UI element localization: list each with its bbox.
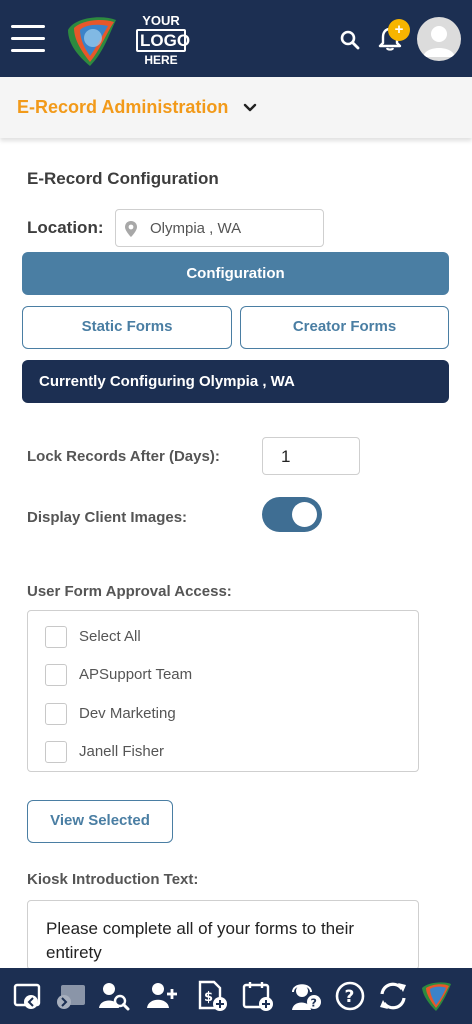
chevron-down-icon[interactable] [243,101,257,115]
search-icon[interactable] [340,30,360,50]
support-icon[interactable]: ? [290,980,322,1012]
approval-access-label: User Form Approval Access: [27,583,232,600]
module-title[interactable]: E-Record Administration [17,97,228,118]
client-search-icon[interactable] [98,980,130,1012]
kiosk-text-input[interactable]: Please complete all of your forms to the… [27,900,419,970]
creator-forms-button[interactable]: Creator Forms [240,306,449,349]
toggle-knob [292,502,317,527]
location-input[interactable]: Olympia , WA [115,209,324,247]
bottom-toolbar: $ ? ? [0,968,472,1024]
checkbox-label: APSupport Team [79,666,193,683]
checkin-icon[interactable] [55,980,87,1012]
avatar[interactable] [417,17,461,61]
svg-text:$: $ [204,990,213,1005]
lock-records-label: Lock Records After (Days): [27,448,220,465]
checkbox[interactable] [45,664,67,686]
notification-badge[interactable]: + [388,19,410,41]
checkout-icon[interactable] [12,980,44,1012]
display-images-toggle[interactable] [262,497,322,532]
checkbox[interactable] [45,741,67,763]
checkbox-label: Select All [79,628,141,645]
view-selected-button[interactable]: View Selected [27,800,173,843]
brand-logo-icon [68,17,116,66]
logo-text: YOUR LOGO HERE [136,14,190,66]
user-icon [423,26,455,57]
location-label: Location: [27,218,104,237]
add-billing-icon[interactable]: $ [196,980,228,1012]
top-header: YOUR LOGO HERE + [0,0,472,77]
display-images-label: Display Client Images: [27,509,188,526]
checkbox-label: Janell Fisher [79,743,165,760]
svg-text:?: ? [345,987,355,1007]
checkbox[interactable] [45,703,67,725]
sync-icon[interactable] [377,980,409,1012]
menu-icon[interactable] [11,25,45,52]
current-location-banner: Currently Configuring Olympia , WA [22,360,449,403]
location-pin-icon [125,221,137,237]
module-header: E-Record Administration [0,77,472,138]
approval-access-list: Select All APSupport Team Dev Marketing … [27,610,419,772]
help-icon[interactable]: ? [334,980,366,1012]
checkbox-label: Dev Marketing [79,705,176,722]
svg-text:?: ? [311,997,317,1010]
add-client-icon[interactable] [146,980,178,1012]
static-forms-button[interactable]: Static Forms [22,306,232,349]
app-logo-icon[interactable] [420,980,452,1012]
add-appointment-icon[interactable] [242,980,274,1012]
kiosk-text-label: Kiosk Introduction Text: [27,871,199,888]
configuration-button[interactable]: Configuration [22,252,449,295]
section-title: E-Record Configuration [27,169,219,188]
checkbox[interactable] [45,626,67,648]
location-value: Olympia , WA [150,220,242,237]
lock-days-input[interactable]: 1 [262,437,360,475]
